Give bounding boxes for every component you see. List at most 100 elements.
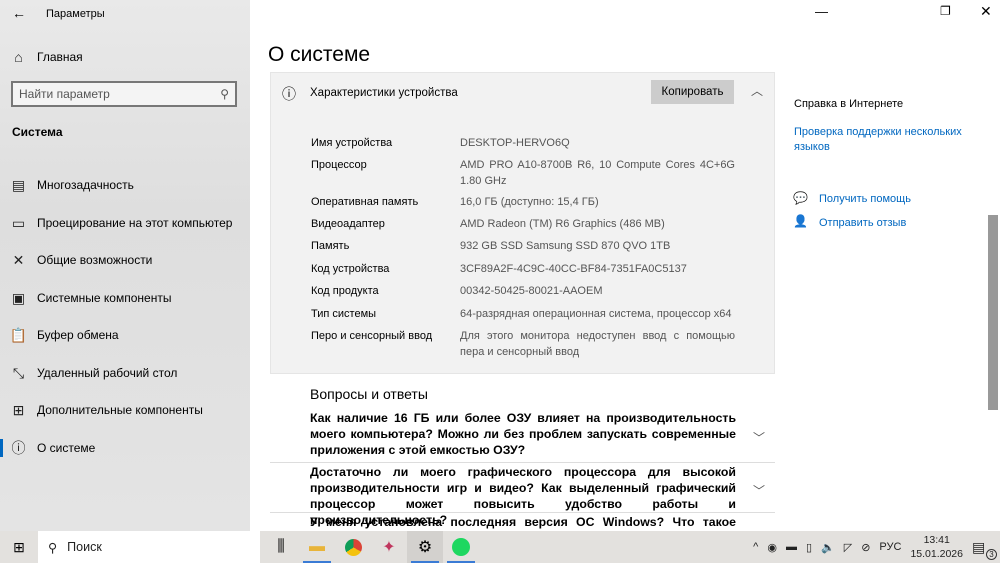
- spec-row: Процессор AMD PRO A10-8700B R6, 10 Comput…: [311, 157, 735, 189]
- help-icon: 💬: [793, 191, 808, 205]
- network-icon[interactable]: ◸: [844, 541, 852, 554]
- item-label: О системе: [37, 441, 96, 455]
- taskbar-search[interactable]: ⚲ Поиск: [38, 531, 260, 563]
- spec-row: Имя устройства DESKTOP-HERVO6Q: [311, 135, 735, 151]
- volume-icon[interactable]: 🔈: [821, 541, 835, 554]
- chevron-down-icon[interactable]: ﹀: [753, 482, 765, 499]
- windows-icon: ⊞: [13, 538, 25, 555]
- spec-row: Видеоадаптер AMD Radeon (TM) R6 Graphics …: [311, 216, 735, 232]
- spec-row: Перо и сенсорный ввод Для этого монитора …: [311, 328, 735, 360]
- spec-value: DESKTOP-HERVO6Q: [460, 137, 570, 149]
- multitasking-icon: ▤: [11, 176, 26, 193]
- spec-key: Код продукта: [311, 285, 379, 297]
- sidebar-item-remote-desktop[interactable]: ⤡ Удаленный рабочий стол: [0, 358, 250, 388]
- question-text: У меня установлена последняя версия ОС W…: [310, 515, 736, 529]
- close-button[interactable]: ✕: [980, 3, 992, 20]
- location-icon[interactable]: ⊘: [861, 541, 870, 554]
- sidebar-item-shared[interactable]: ✕ Общие возможности: [0, 245, 250, 275]
- chrome-button[interactable]: [335, 531, 371, 563]
- language-indicator[interactable]: РУС: [879, 541, 901, 553]
- spec-row: Оперативная память 16,0 ГБ (доступно: 15,…: [311, 194, 735, 210]
- notification-count: 3: [986, 548, 997, 560]
- components-icon: ▣: [11, 289, 26, 306]
- feedback-icon: 👤: [793, 214, 808, 228]
- minimize-button[interactable]: —: [815, 4, 828, 19]
- spec-value: 932 GB SSD Samsung SSD 870 QVO 1TB: [460, 240, 671, 252]
- start-button[interactable]: ⊞: [0, 531, 38, 563]
- qa-item[interactable]: У меня установлена последняя версия ОС W…: [270, 512, 775, 531]
- settings-button[interactable]: ⚙: [407, 531, 443, 563]
- sidebar-item-multitasking[interactable]: ▤ Многозадачность: [0, 170, 250, 200]
- back-icon[interactable]: ←: [12, 5, 26, 21]
- device-specs-card: ⓘ Характеристики устройства Копировать ︿…: [270, 72, 775, 374]
- spec-value: AMD PRO A10-8700B R6, 10 Compute Cores 4…: [460, 159, 735, 187]
- sidebar-item-clipboard[interactable]: 📋 Буфер обмена: [0, 320, 250, 350]
- optional-features-icon: ⊞: [12, 401, 25, 418]
- qa-heading: Вопросы и ответы: [310, 386, 428, 402]
- notifications-button[interactable]: ▤ 3: [972, 539, 997, 560]
- spec-key: Память: [311, 240, 350, 252]
- sidebar-item-home[interactable]: ⌂ Главная: [0, 42, 250, 72]
- search-placeholder: Найти параметр: [19, 87, 110, 101]
- help-heading: Справка в Интернете: [794, 98, 904, 110]
- item-label: Общие возможности: [37, 253, 153, 267]
- spec-value: 00342-50425-80021-AAOEM: [460, 285, 603, 297]
- gear-icon: ⚙: [417, 539, 433, 556]
- get-help-link[interactable]: Получить помощь: [819, 193, 911, 205]
- task-view-icon: ⫼: [277, 538, 285, 555]
- qa-item[interactable]: Достаточно ли моего графического процесс…: [270, 462, 775, 527]
- sidebar-item-projecting[interactable]: ▭ Проецирование на этот компьютер: [0, 208, 250, 238]
- search-label: Поиск: [67, 540, 102, 554]
- device-icon[interactable]: ▬: [786, 541, 797, 553]
- item-label: Дополнительные компоненты: [37, 403, 203, 417]
- spotify-icon: [452, 538, 470, 556]
- section-heading: Система: [12, 125, 63, 139]
- search-input[interactable]: Найти параметр ⚲: [11, 81, 237, 107]
- spec-key: Перо и сенсорный ввод: [311, 330, 433, 342]
- qa-item[interactable]: Вопросы и ответы Как наличие 16 ГБ или б…: [270, 374, 775, 462]
- sidebar-item-components[interactable]: ▣ Системные компоненты: [0, 283, 250, 313]
- remote-desktop-icon: ⤡: [12, 364, 25, 381]
- spec-key: Оперативная память: [311, 196, 419, 208]
- chrome-icon: [344, 538, 362, 556]
- clipboard-icon: 📋: [9, 326, 28, 343]
- spec-key: Код устройства: [311, 263, 390, 275]
- feedback-link[interactable]: Отправить отзыв: [819, 217, 906, 229]
- main-content: — ❐ ✕ О системе ⓘ Характеристики устройс…: [250, 0, 1000, 531]
- search-icon: ⚲: [48, 540, 58, 555]
- app-button[interactable]: ✦: [371, 531, 407, 563]
- spec-value: AMD Radeon (TM) R6 Graphics (486 MB): [460, 218, 665, 230]
- selection-indicator: [0, 439, 3, 457]
- record-icon[interactable]: ◉: [767, 541, 777, 554]
- sidebar: ← Параметры ⌂ Главная Найти параметр ⚲ Сис…: [0, 0, 250, 531]
- spotify-button[interactable]: [443, 531, 479, 563]
- chevron-up-icon[interactable]: ︿: [751, 82, 763, 99]
- language-support-link[interactable]: Проверка поддержки нескольких языков: [794, 125, 974, 155]
- projecting-icon: ▭: [11, 214, 26, 231]
- spec-row: Код продукта 00342-50425-80021-AAOEM: [311, 283, 735, 299]
- maximize-button[interactable]: ❐: [940, 4, 951, 18]
- sidebar-item-about[interactable]: ⓘ О системе: [0, 433, 250, 463]
- chevron-up-icon[interactable]: ^: [753, 541, 758, 553]
- battery-icon[interactable]: ▯: [806, 541, 812, 554]
- window-title: Параметры: [46, 8, 105, 20]
- time: 13:41: [923, 534, 950, 546]
- spec-value: 64-разрядная операционная система, проце…: [460, 308, 732, 320]
- spec-row: Тип системы 64-разрядная операционная сис…: [311, 306, 735, 322]
- spec-key: Видеоадаптер: [311, 218, 385, 230]
- home-icon: ⌂: [14, 49, 23, 65]
- shared-experiences-icon: ✕: [12, 251, 25, 268]
- spec-value: Для этого монитора недоступен ввод с пом…: [460, 330, 735, 358]
- info-icon: ⓘ: [282, 86, 296, 102]
- spec-value: 3CF89A2F-4C9C-40CC-BF84-7351FA0C5137: [460, 263, 687, 275]
- sidebar-item-optional-features[interactable]: ⊞ Дополнительные компоненты: [0, 395, 250, 425]
- task-view-button[interactable]: ⫼: [263, 531, 299, 563]
- scrollbar-thumb[interactable]: [988, 215, 998, 410]
- explorer-button[interactable]: ▬: [299, 531, 335, 563]
- sparkle-icon: ✦: [382, 539, 396, 556]
- clock[interactable]: 13:41 15.01.2026: [910, 533, 963, 561]
- chevron-down-icon[interactable]: ﹀: [753, 429, 765, 446]
- spec-key: Процессор: [311, 159, 367, 171]
- copy-button[interactable]: Копировать: [651, 80, 734, 104]
- home-label: Главная: [37, 50, 83, 64]
